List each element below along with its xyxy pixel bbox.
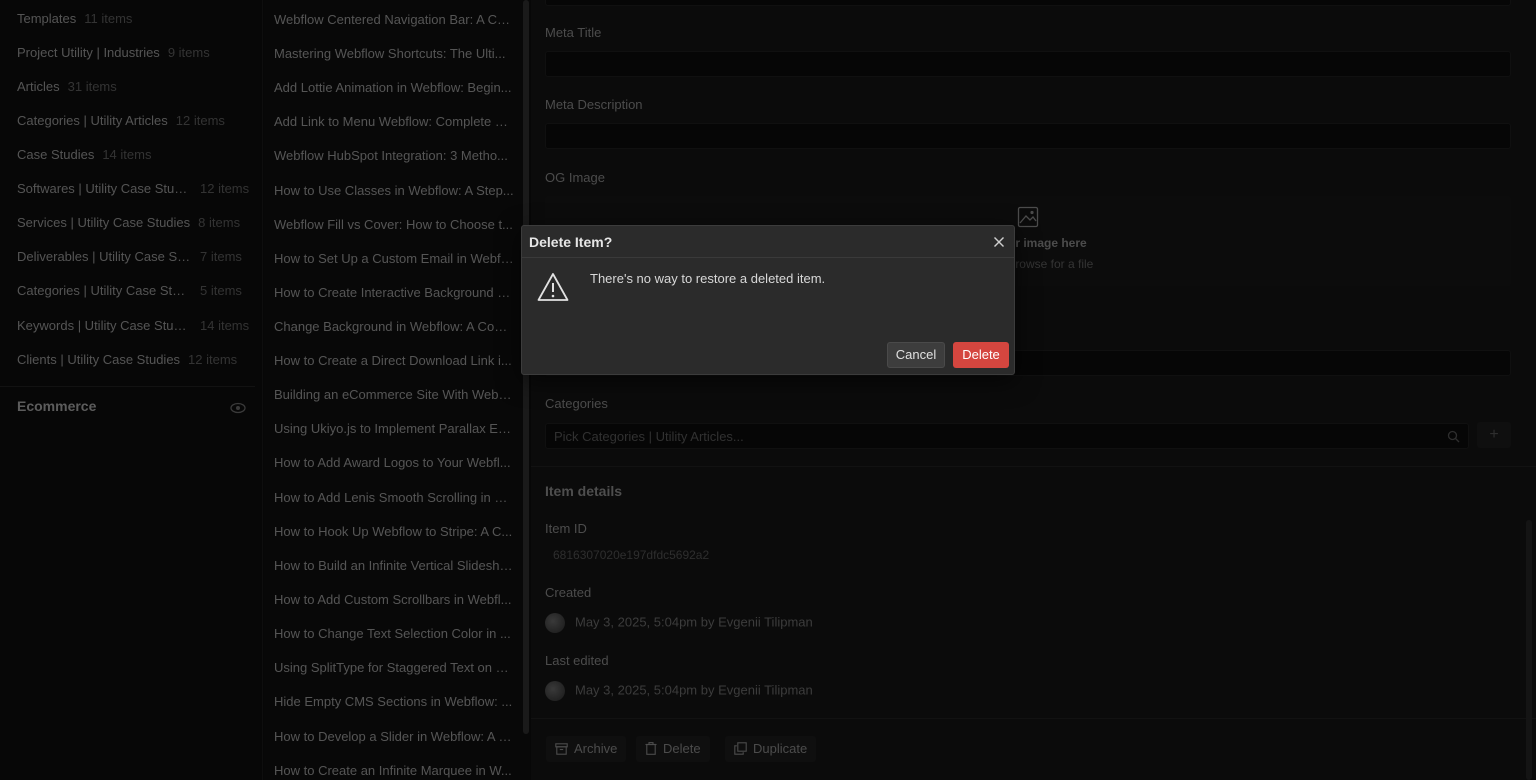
confirm-delete-button[interactable]: Delete (953, 342, 1009, 368)
cancel-button[interactable]: Cancel (887, 342, 945, 368)
dialog-title: Delete Item? (529, 234, 613, 250)
close-icon[interactable] (992, 235, 1006, 249)
dialog-message: There's no way to restore a deleted item… (590, 271, 826, 286)
dialog-header: Delete Item? (522, 226, 1014, 258)
warning-icon (537, 273, 569, 301)
modal-backdrop[interactable] (0, 0, 1536, 780)
delete-item-dialog: Delete Item? There's no way to restore a… (521, 225, 1015, 375)
